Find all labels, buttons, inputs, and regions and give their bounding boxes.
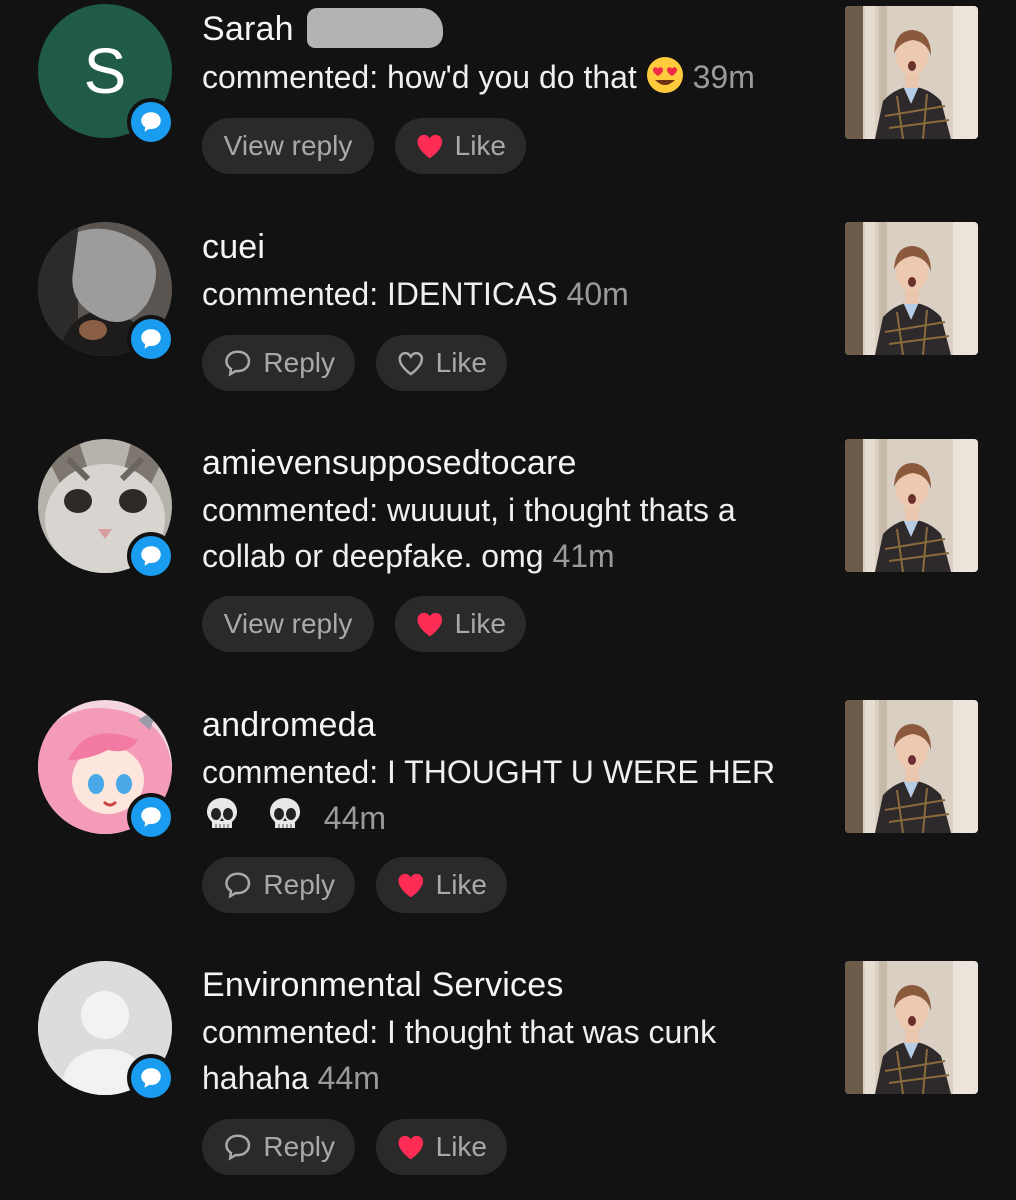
comment-text: commented: I thought that was cunk hahah… <box>202 1009 802 1101</box>
comment-body: commented: wuuuut, i thought thats a col… <box>202 492 736 574</box>
comment-badge-icon <box>127 532 175 580</box>
comment-text: commented: wuuuut, i thought thats a col… <box>202 487 812 579</box>
comment-text: commented: how'd you do that 39m <box>202 54 812 100</box>
like-button[interactable]: Like <box>376 1119 507 1175</box>
comment-badge-icon <box>127 1054 175 1102</box>
like-button[interactable]: Like <box>376 335 507 391</box>
username[interactable]: Sarah <box>202 10 294 49</box>
heart-eyes-icon <box>646 57 683 93</box>
heart-icon <box>417 612 443 637</box>
video-thumbnail[interactable] <box>845 961 978 1094</box>
heart-outline-icon <box>398 351 424 376</box>
skull-icon <box>207 798 237 828</box>
comment-time: 44m <box>323 800 387 836</box>
comment-badge-icon <box>127 315 175 363</box>
reply-bubble-icon <box>225 1134 251 1161</box>
comment-time: 39m <box>692 59 755 95</box>
comment-text: commented: IDENTICAS 40m <box>202 271 812 317</box>
video-thumbnail[interactable] <box>845 6 978 139</box>
avatar-letter: S <box>83 35 127 107</box>
heart-icon <box>398 873 424 898</box>
comment-body: commented: IDENTICAS <box>202 276 558 312</box>
video-thumbnail[interactable] <box>845 222 978 355</box>
comment-time: 40m <box>566 276 629 312</box>
like-button[interactable]: Like <box>395 118 526 174</box>
comment-badge-icon <box>127 98 175 146</box>
like-button[interactable]: Like <box>376 857 507 913</box>
view-reply-button[interactable]: View reply <box>202 596 374 652</box>
comment-body: commented: I thought that was cunk hahah… <box>202 1014 717 1096</box>
comment-text: commented: I THOUGHT U WERE HER 44m <box>202 749 812 841</box>
video-thumbnail[interactable] <box>845 439 978 572</box>
heart-icon <box>398 1135 424 1160</box>
like-button[interactable]: Like <box>395 596 526 652</box>
reply-button[interactable]: Reply <box>202 1119 355 1175</box>
reply-button[interactable]: Reply <box>202 335 355 391</box>
reply-bubble-icon <box>225 872 251 899</box>
view-reply-button[interactable]: View reply <box>202 118 374 174</box>
username[interactable]: amievensupposedtocare <box>202 444 577 483</box>
reply-bubble-icon <box>225 350 251 377</box>
comment-time: 41m <box>552 538 615 574</box>
comment-body: commented: I THOUGHT U WERE HER <box>202 754 776 790</box>
redaction-mark <box>307 8 443 48</box>
comment-body: commented: how'd you do that <box>202 59 637 95</box>
video-thumbnail[interactable] <box>845 700 978 833</box>
comment-time: 44m <box>317 1060 380 1096</box>
username[interactable]: andromeda <box>202 706 376 745</box>
heart-icon <box>417 134 443 159</box>
username[interactable]: cuei <box>202 228 265 267</box>
reply-button[interactable]: Reply <box>202 857 355 913</box>
comment-badge-icon <box>127 793 175 841</box>
username[interactable]: Environmental Services <box>202 966 564 1005</box>
skull-icon <box>269 798 300 828</box>
